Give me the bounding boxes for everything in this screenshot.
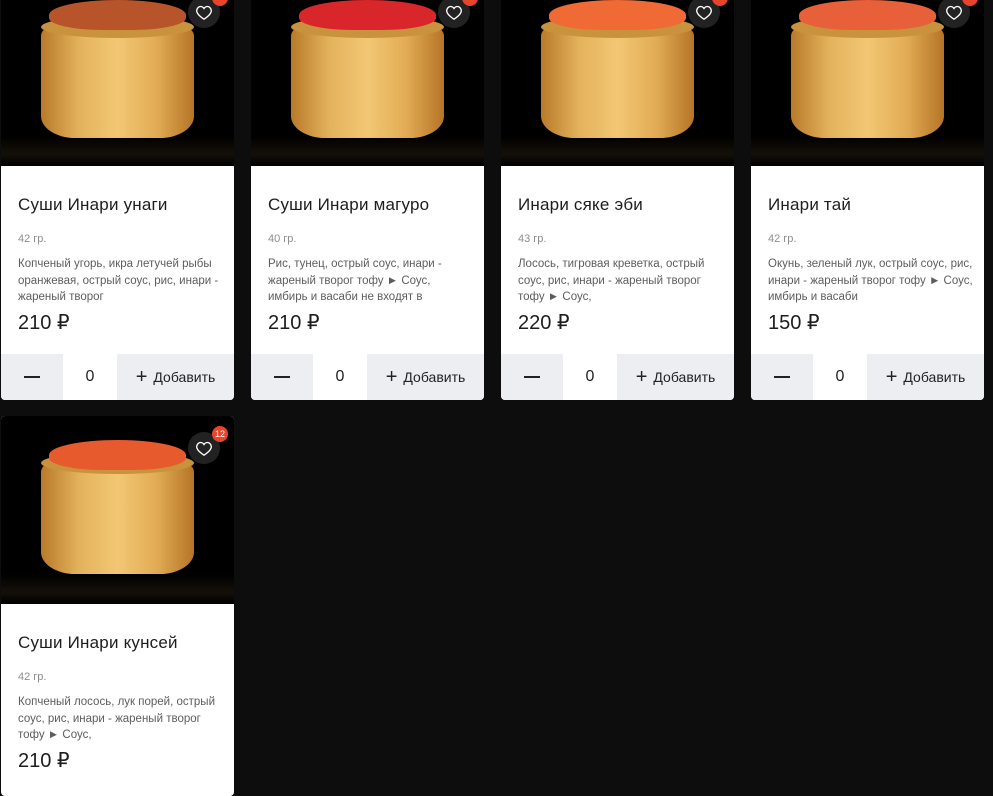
decrease-quantity-button[interactable] — [501, 354, 563, 400]
add-to-cart-button[interactable]: + Добавить — [367, 354, 484, 400]
product-weight: 42 гр. — [768, 233, 797, 245]
add-to-cart-button[interactable]: + Добавить — [867, 354, 984, 400]
product-description: Рис, тунец, острый соус, инари - жареный… — [268, 258, 442, 303]
product-image[interactable] — [501, 0, 734, 166]
minus-icon — [24, 376, 40, 378]
product-title: Суши Инари унаги — [18, 195, 168, 214]
product-title: Суши Инари магуро — [268, 195, 430, 214]
product-weight: 42 гр. — [18, 233, 47, 245]
quantity-value: 0 — [63, 354, 117, 400]
favorite-count-badge — [462, 0, 478, 6]
product-card: Суши Инари унаги 42 гр. Копченый угорь, … — [1, 0, 234, 400]
favorite-button[interactable] — [938, 0, 978, 28]
favorite-count-badge: 12 — [212, 426, 228, 442]
product-image[interactable] — [251, 0, 484, 166]
product-image[interactable] — [1, 0, 234, 166]
quantity-value: 0 — [563, 354, 617, 400]
decrease-quantity-button[interactable] — [251, 354, 313, 400]
product-title: Суши Инари кунсей — [18, 633, 178, 652]
product-description: Копченый угорь, икра летучей рыбы оранже… — [18, 258, 219, 303]
favorite-count-badge — [962, 0, 978, 6]
quantity-value: 0 — [313, 354, 367, 400]
add-button-label: Добавить — [153, 369, 216, 385]
minus-icon — [774, 376, 790, 378]
product-price: 210 ₽ — [268, 312, 320, 334]
favorite-count-badge — [212, 0, 228, 6]
product-price: 210 ₽ — [18, 750, 70, 772]
product-weight: 42 гр. — [18, 671, 47, 683]
heart-icon — [446, 5, 462, 20]
heart-icon — [946, 5, 962, 20]
favorite-count-badge — [712, 0, 728, 6]
product-card: Инари тай 42 гр. Окунь, зеленый лук, ост… — [751, 0, 984, 400]
add-to-cart-button[interactable]: + Добавить — [117, 354, 234, 400]
heart-icon — [696, 5, 712, 20]
product-title: Инари сяке эби — [518, 195, 643, 214]
plus-icon: + — [635, 366, 648, 388]
favorite-button[interactable] — [188, 0, 228, 28]
plus-icon: + — [885, 366, 898, 388]
product-price: 210 ₽ — [18, 312, 70, 334]
plus-icon: + — [385, 366, 398, 388]
product-image[interactable]: 12 — [1, 416, 234, 604]
product-price: 220 ₽ — [518, 312, 570, 334]
product-description: Копченый лосось, лук порей, острый соус,… — [18, 696, 215, 741]
product-card: Инари сяке эби 43 гр. Лосось, тигровая к… — [501, 0, 734, 400]
favorite-button[interactable] — [438, 0, 478, 28]
heart-icon — [196, 5, 212, 20]
product-price: 150 ₽ — [768, 312, 820, 334]
product-weight: 43 гр. — [518, 233, 547, 245]
decrease-quantity-button[interactable] — [1, 354, 63, 400]
minus-icon — [274, 376, 290, 378]
add-button-label: Добавить — [403, 369, 466, 385]
product-description: Окунь, зеленый лук, острый соус, рис, ин… — [768, 258, 973, 303]
add-button-label: Добавить — [903, 369, 966, 385]
product-card: Суши Инари магуро 40 гр. Рис, тунец, ост… — [251, 0, 484, 400]
add-button-label: Добавить — [653, 369, 716, 385]
decrease-quantity-button[interactable] — [751, 354, 813, 400]
plus-icon: + — [135, 366, 148, 388]
minus-icon — [524, 376, 540, 378]
product-card: 12 Суши Инари кунсей 42 гр. Копченый лос… — [1, 416, 234, 796]
favorite-button[interactable] — [688, 0, 728, 28]
product-weight: 40 гр. — [268, 233, 297, 245]
product-image[interactable] — [751, 0, 984, 166]
favorite-button[interactable]: 12 — [188, 426, 228, 464]
add-to-cart-button[interactable]: + Добавить — [617, 354, 734, 400]
product-description: Лосось, тигровая креветка, острый соус, … — [518, 258, 705, 303]
product-title: Инари тай — [768, 195, 852, 214]
quantity-value: 0 — [813, 354, 867, 400]
heart-icon — [196, 441, 212, 456]
